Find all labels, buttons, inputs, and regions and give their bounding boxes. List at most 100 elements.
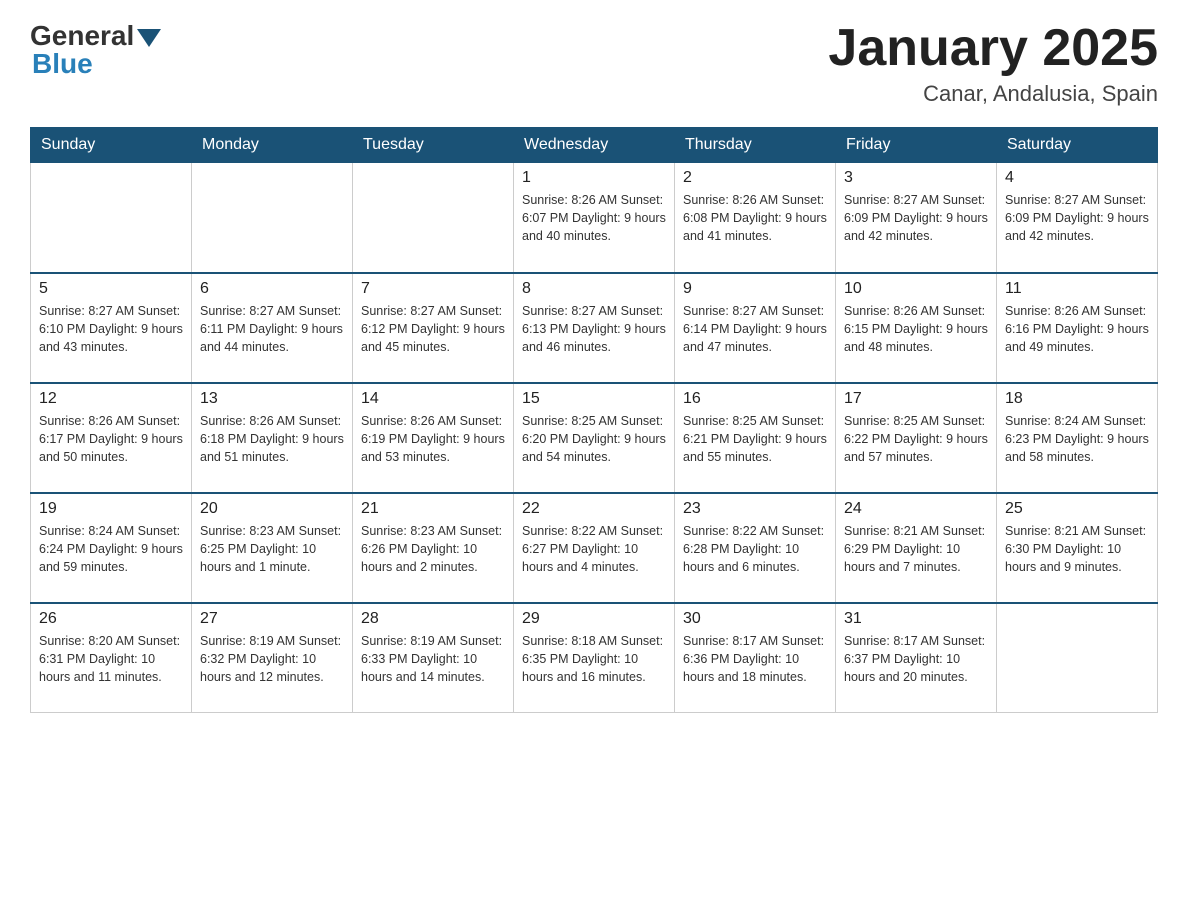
day-number: 6 [200, 280, 344, 298]
day-info: Sunrise: 8:27 AM Sunset: 6:10 PM Dayligh… [39, 302, 183, 356]
calendar-cell: 7 Sunrise: 8:27 AM Sunset: 6:12 PM Daylig… [353, 273, 514, 383]
day-number: 18 [1005, 390, 1149, 408]
calendar-cell: 25 Sunrise: 8:21 AM Sunset: 6:30 PM Dayli… [997, 493, 1158, 603]
day-info: Sunrise: 8:23 AM Sunset: 6:26 PM Dayligh… [361, 522, 505, 576]
calendar-cell [997, 603, 1158, 713]
day-number: 3 [844, 169, 988, 187]
day-number: 11 [1005, 280, 1149, 298]
day-info: Sunrise: 8:24 AM Sunset: 6:24 PM Dayligh… [39, 522, 183, 576]
calendar-header-thursday: Thursday [675, 128, 836, 163]
day-number: 4 [1005, 169, 1149, 187]
month-title: January 2025 [828, 20, 1158, 77]
calendar-cell [353, 163, 514, 273]
day-info: Sunrise: 8:24 AM Sunset: 6:23 PM Dayligh… [1005, 412, 1149, 466]
calendar-cell: 28 Sunrise: 8:19 AM Sunset: 6:33 PM Dayli… [353, 603, 514, 713]
page-header: General Blue January 2025 Canar, Andalus… [30, 20, 1158, 107]
calendar-header-tuesday: Tuesday [353, 128, 514, 163]
day-info: Sunrise: 8:27 AM Sunset: 6:14 PM Dayligh… [683, 302, 827, 356]
day-number: 20 [200, 500, 344, 518]
day-info: Sunrise: 8:25 AM Sunset: 6:20 PM Dayligh… [522, 412, 666, 466]
calendar-header-monday: Monday [192, 128, 353, 163]
day-info: Sunrise: 8:26 AM Sunset: 6:18 PM Dayligh… [200, 412, 344, 466]
day-number: 1 [522, 169, 666, 187]
logo-blue-text: Blue [32, 48, 93, 80]
calendar-week-row: 5Sunrise: 8:27 AM Sunset: 6:10 PM Daylig… [31, 273, 1158, 383]
calendar-week-row: 19Sunrise: 8:24 AM Sunset: 6:24 PM Dayli… [31, 493, 1158, 603]
day-info: Sunrise: 8:25 AM Sunset: 6:22 PM Dayligh… [844, 412, 988, 466]
day-info: Sunrise: 8:27 AM Sunset: 6:11 PM Dayligh… [200, 302, 344, 356]
day-number: 27 [200, 610, 344, 628]
day-info: Sunrise: 8:25 AM Sunset: 6:21 PM Dayligh… [683, 412, 827, 466]
day-info: Sunrise: 8:26 AM Sunset: 6:17 PM Dayligh… [39, 412, 183, 466]
day-info: Sunrise: 8:26 AM Sunset: 6:19 PM Dayligh… [361, 412, 505, 466]
day-info: Sunrise: 8:22 AM Sunset: 6:27 PM Dayligh… [522, 522, 666, 576]
calendar-cell: 6 Sunrise: 8:27 AM Sunset: 6:11 PM Daylig… [192, 273, 353, 383]
calendar-cell: 27 Sunrise: 8:19 AM Sunset: 6:32 PM Dayli… [192, 603, 353, 713]
calendar-header-wednesday: Wednesday [514, 128, 675, 163]
day-number: 2 [683, 169, 827, 187]
calendar-cell: 18 Sunrise: 8:24 AM Sunset: 6:23 PM Dayli… [997, 383, 1158, 493]
calendar-cell: 1 Sunrise: 8:26 AM Sunset: 6:07 PM Daylig… [514, 163, 675, 273]
calendar-cell: 30Sunrise: 8:17 AM Sunset: 6:36 PM Dayli… [675, 603, 836, 713]
day-number: 24 [844, 500, 988, 518]
day-info: Sunrise: 8:26 AM Sunset: 6:15 PM Dayligh… [844, 302, 988, 356]
calendar-cell: 24 Sunrise: 8:21 AM Sunset: 6:29 PM Dayli… [836, 493, 997, 603]
calendar-week-row: 26 Sunrise: 8:20 AM Sunset: 6:31 PM Dayli… [31, 603, 1158, 713]
day-info: Sunrise: 8:18 AM Sunset: 6:35 PM Dayligh… [522, 632, 666, 686]
calendar-cell: 22Sunrise: 8:22 AM Sunset: 6:27 PM Dayli… [514, 493, 675, 603]
calendar-cell: 26 Sunrise: 8:20 AM Sunset: 6:31 PM Dayli… [31, 603, 192, 713]
day-info: Sunrise: 8:26 AM Sunset: 6:08 PM Dayligh… [683, 191, 827, 245]
calendar-cell: 23Sunrise: 8:22 AM Sunset: 6:28 PM Dayli… [675, 493, 836, 603]
day-info: Sunrise: 8:23 AM Sunset: 6:25 PM Dayligh… [200, 522, 344, 576]
day-info: Sunrise: 8:27 AM Sunset: 6:09 PM Dayligh… [844, 191, 988, 245]
calendar-cell: 21Sunrise: 8:23 AM Sunset: 6:26 PM Dayli… [353, 493, 514, 603]
day-number: 15 [522, 390, 666, 408]
calendar-cell: 15 Sunrise: 8:25 AM Sunset: 6:20 PM Dayli… [514, 383, 675, 493]
calendar-cell: 5Sunrise: 8:27 AM Sunset: 6:10 PM Daylig… [31, 273, 192, 383]
day-number: 8 [522, 280, 666, 298]
title-section: January 2025 Canar, Andalusia, Spain [828, 20, 1158, 107]
calendar-cell: 9 Sunrise: 8:27 AM Sunset: 6:14 PM Daylig… [675, 273, 836, 383]
logo-arrow-icon [137, 29, 161, 47]
day-number: 12 [39, 390, 183, 408]
calendar-cell: 16 Sunrise: 8:25 AM Sunset: 6:21 PM Dayli… [675, 383, 836, 493]
calendar-cell: 17 Sunrise: 8:25 AM Sunset: 6:22 PM Dayli… [836, 383, 997, 493]
calendar-week-row: 1 Sunrise: 8:26 AM Sunset: 6:07 PM Daylig… [31, 163, 1158, 273]
day-info: Sunrise: 8:21 AM Sunset: 6:30 PM Dayligh… [1005, 522, 1149, 576]
logo: General Blue [30, 20, 161, 80]
day-number: 17 [844, 390, 988, 408]
day-number: 28 [361, 610, 505, 628]
day-number: 31 [844, 610, 988, 628]
day-number: 23 [683, 500, 827, 518]
day-number: 7 [361, 280, 505, 298]
calendar-header-friday: Friday [836, 128, 997, 163]
calendar-cell: 4Sunrise: 8:27 AM Sunset: 6:09 PM Daylig… [997, 163, 1158, 273]
location-title: Canar, Andalusia, Spain [828, 81, 1158, 107]
calendar-cell [31, 163, 192, 273]
day-number: 13 [200, 390, 344, 408]
calendar-cell: 20 Sunrise: 8:23 AM Sunset: 6:25 PM Dayli… [192, 493, 353, 603]
calendar-cell: 10Sunrise: 8:26 AM Sunset: 6:15 PM Dayli… [836, 273, 997, 383]
calendar-cell: 11Sunrise: 8:26 AM Sunset: 6:16 PM Dayli… [997, 273, 1158, 383]
calendar-cell: 2 Sunrise: 8:26 AM Sunset: 6:08 PM Daylig… [675, 163, 836, 273]
day-info: Sunrise: 8:21 AM Sunset: 6:29 PM Dayligh… [844, 522, 988, 576]
day-info: Sunrise: 8:20 AM Sunset: 6:31 PM Dayligh… [39, 632, 183, 686]
day-info: Sunrise: 8:19 AM Sunset: 6:32 PM Dayligh… [200, 632, 344, 686]
day-number: 25 [1005, 500, 1149, 518]
calendar-header-saturday: Saturday [997, 128, 1158, 163]
calendar-cell [192, 163, 353, 273]
calendar-header-row: SundayMondayTuesdayWednesdayThursdayFrid… [31, 128, 1158, 163]
day-info: Sunrise: 8:26 AM Sunset: 6:07 PM Dayligh… [522, 191, 666, 245]
day-number: 14 [361, 390, 505, 408]
calendar-week-row: 12 Sunrise: 8:26 AM Sunset: 6:17 PM Dayli… [31, 383, 1158, 493]
calendar-cell: 14 Sunrise: 8:26 AM Sunset: 6:19 PM Dayli… [353, 383, 514, 493]
day-info: Sunrise: 8:19 AM Sunset: 6:33 PM Dayligh… [361, 632, 505, 686]
calendar-cell: 8Sunrise: 8:27 AM Sunset: 6:13 PM Daylig… [514, 273, 675, 383]
day-number: 16 [683, 390, 827, 408]
day-info: Sunrise: 8:27 AM Sunset: 6:12 PM Dayligh… [361, 302, 505, 356]
day-number: 26 [39, 610, 183, 628]
day-number: 9 [683, 280, 827, 298]
calendar-cell: 19Sunrise: 8:24 AM Sunset: 6:24 PM Dayli… [31, 493, 192, 603]
day-number: 30 [683, 610, 827, 628]
day-info: Sunrise: 8:17 AM Sunset: 6:37 PM Dayligh… [844, 632, 988, 686]
